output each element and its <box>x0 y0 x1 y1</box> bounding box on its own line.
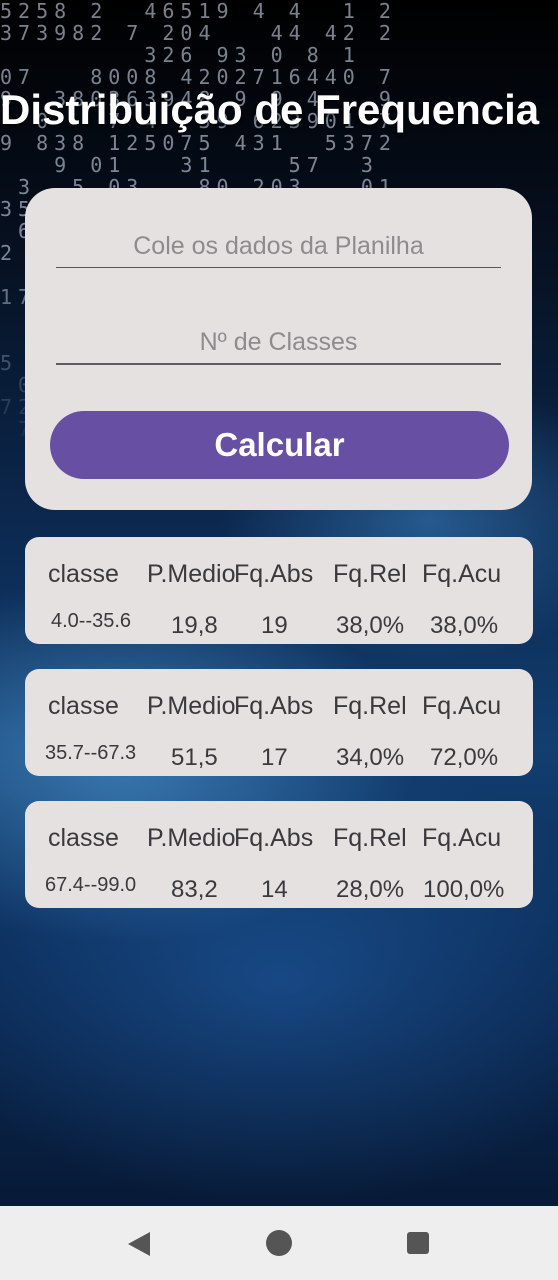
home-button[interactable] <box>239 1206 319 1280</box>
header-pmedio: P.Medio <box>147 560 236 588</box>
value-fqabs: 14 <box>261 876 288 903</box>
result-row-card: classe P.Medio Fq.Abs Fq.Rel Fq.Acu 35.7… <box>25 669 533 776</box>
value-fqacu: 100,0% <box>423 876 505 903</box>
header-pmedio: P.Medio <box>147 824 236 852</box>
classes-input[interactable] <box>56 328 501 365</box>
value-classe: 4.0--35.6 <box>51 610 132 632</box>
result-row-card: classe P.Medio Fq.Abs Fq.Rel Fq.Acu 67.4… <box>25 801 533 908</box>
header-pmedio: P.Medio <box>147 692 236 720</box>
header-fqacu: Fq.Acu <box>422 824 502 852</box>
header-fqrel: Fq.Rel <box>333 560 407 588</box>
back-button[interactable] <box>100 1206 180 1280</box>
value-fqrel: 34,0% <box>336 744 405 771</box>
value-fqrel: 28,0% <box>336 876 405 903</box>
value-pmedio: 19,8 <box>171 612 218 639</box>
value-fqrel: 38,0% <box>336 612 405 639</box>
header-classe: classe <box>48 692 119 720</box>
header-fqacu: Fq.Acu <box>422 560 502 588</box>
header-fqabs: Fq.Abs <box>234 560 314 588</box>
value-fqabs: 19 <box>261 612 288 639</box>
header-fqrel: Fq.Rel <box>333 692 407 720</box>
header-fqabs: Fq.Abs <box>234 824 314 852</box>
value-classe: 67.4--99.0 <box>45 874 137 896</box>
recent-apps-button[interactable] <box>379 1206 459 1280</box>
value-fqabs: 17 <box>261 744 288 771</box>
data-input[interactable] <box>56 232 501 268</box>
value-fqacu: 72,0% <box>430 744 499 771</box>
value-classe: 35.7--67.3 <box>45 742 137 764</box>
back-icon <box>128 1232 150 1256</box>
header-fqacu: Fq.Acu <box>422 692 502 720</box>
system-navigation-bar <box>0 1206 558 1280</box>
home-icon <box>266 1230 292 1256</box>
value-fqacu: 38,0% <box>430 612 499 639</box>
header-classe: classe <box>48 560 119 588</box>
recent-apps-icon <box>407 1232 429 1254</box>
result-row-card: classe P.Medio Fq.Abs Fq.Rel Fq.Acu 4.0-… <box>25 537 533 644</box>
header-classe: classe <box>48 824 119 852</box>
value-pmedio: 51,5 <box>171 744 218 771</box>
header-fqabs: Fq.Abs <box>234 692 314 720</box>
input-form-card: Calcular <box>25 188 532 510</box>
calculate-button[interactable]: Calcular <box>50 411 509 479</box>
header-fqrel: Fq.Rel <box>333 824 407 852</box>
page-title: Distribuição de Frequencia <box>0 86 540 133</box>
value-pmedio: 83,2 <box>171 876 218 903</box>
